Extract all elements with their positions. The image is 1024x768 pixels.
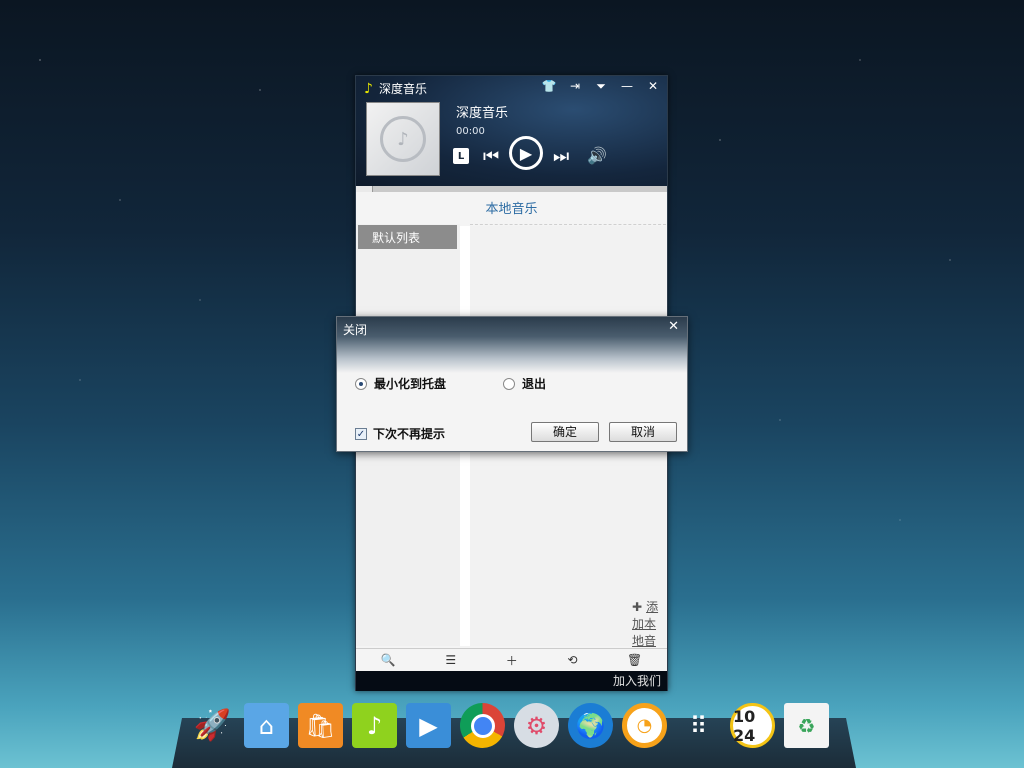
minimize-icon[interactable]: —	[619, 79, 635, 94]
divider	[470, 224, 666, 225]
chrome-icon[interactable]	[460, 703, 505, 748]
media-player-icon[interactable]: ▶	[406, 703, 451, 748]
app-grid-icon[interactable]: ⠿	[676, 703, 721, 748]
clock-icon[interactable]: 10 24	[730, 703, 775, 748]
menu-down-icon[interactable]: ⏷	[593, 79, 609, 94]
local-music-title[interactable]: 本地音乐	[356, 198, 667, 217]
trash-icon[interactable]: ♻	[784, 703, 829, 748]
launcher-rocket-icon[interactable]: 🚀	[190, 703, 235, 748]
play-icon[interactable]: ▶	[509, 136, 543, 170]
close-icon[interactable]: ✕	[645, 79, 661, 94]
shirt-icon[interactable]: 👕	[541, 79, 557, 94]
file-manager-icon[interactable]: ⌂	[244, 703, 289, 748]
playback-controls: L ⏮ ▶ ⏭ 🔊	[453, 136, 613, 176]
login-icon[interactable]: ⇥	[567, 79, 583, 94]
settings-icon[interactable]: ⚙	[514, 703, 559, 748]
progress-knob[interactable]	[356, 186, 373, 192]
join-us-link[interactable]: 加入我们	[356, 671, 667, 691]
cancel-button[interactable]: 取消	[609, 422, 677, 442]
radio-unchecked-icon[interactable]	[503, 377, 515, 390]
next-icon[interactable]: ⏭	[553, 146, 569, 167]
window-buttons: 👕 ⇥ ⏷ — ✕	[541, 79, 661, 94]
dock-icons: 🚀 ⌂ 🛍 ♪ ▶ ⚙ 🌍 ◔ ⠿ 10 24 ♻	[190, 703, 840, 751]
album-cover: ♪	[366, 102, 440, 176]
app-title: 深度音乐	[378, 82, 427, 96]
dont-ask-again-label: 下次不再提示	[373, 427, 446, 441]
radio-checked-icon[interactable]	[355, 377, 367, 390]
volume-icon[interactable]: 🔊	[587, 146, 607, 165]
radio-exit-label: 退出	[522, 377, 547, 391]
add-icon[interactable]: ＋	[506, 652, 518, 669]
radio-minimize-label: 最小化到托盘	[374, 377, 447, 391]
radio-minimize-to-tray[interactable]: 最小化到托盘	[355, 375, 446, 392]
list-icon[interactable]: ☰	[445, 653, 456, 667]
delete-icon[interactable]: 🗑	[627, 653, 642, 667]
dialog-close-icon[interactable]: ✕	[668, 319, 679, 334]
deepin-orange-icon[interactable]: ◔	[622, 703, 667, 748]
play-mode-button[interactable]: L	[453, 148, 469, 164]
software-center-icon[interactable]: 🛍	[298, 703, 343, 748]
player-header: ♪ 深度音乐 👕 ⇥ ⏷ — ✕ ♪ 深度音乐 00:00 L ⏮ ▶ ⏭ 🔊	[356, 76, 667, 188]
ok-button[interactable]: 确定	[531, 422, 599, 442]
search-icon[interactable]: 🔍	[381, 653, 396, 667]
bottom-toolbar: 🔍 ☰ ＋ ⟲ 🗑	[356, 648, 667, 671]
deepin-music-logo-icon: ♪	[380, 116, 426, 162]
song-title: 深度音乐	[456, 106, 509, 121]
music-note-icon: ♪	[364, 80, 373, 97]
playlist-item-default[interactable]: 默认列表	[358, 225, 457, 249]
plus-icon: ✚	[632, 600, 643, 614]
close-dialog: 关闭 ✕ 最小化到托盘 退出 ✓ 下次不再提示 确定 取消	[336, 316, 688, 452]
dont-ask-again-checkbox[interactable]: ✓ 下次不再提示	[355, 425, 445, 442]
dialog-header: 关闭 ✕	[337, 317, 687, 373]
progress-bar[interactable]	[356, 186, 667, 192]
browser-globe-icon[interactable]: 🌍	[568, 703, 613, 748]
deepin-music-icon[interactable]: ♪	[352, 703, 397, 748]
repeat-icon[interactable]: ⟲	[567, 653, 577, 667]
player-title-bar: ♪ 深度音乐	[364, 80, 427, 97]
dialog-title: 关闭	[343, 323, 368, 337]
radio-exit[interactable]: 退出	[503, 375, 546, 392]
previous-icon[interactable]: ⏮	[483, 146, 499, 167]
checkbox-checked-icon[interactable]: ✓	[355, 427, 367, 440]
